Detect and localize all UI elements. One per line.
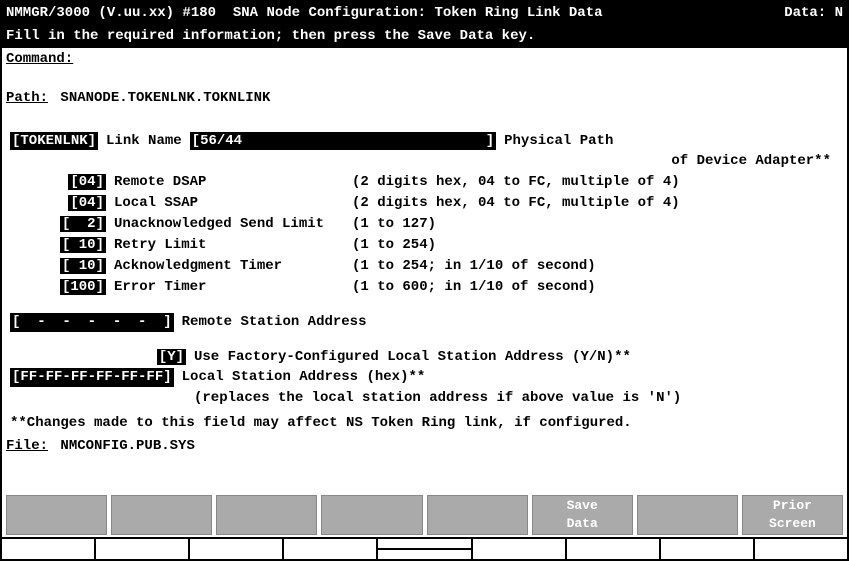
unack-label: Unacknowledged Send Limit — [114, 215, 344, 234]
bcell-6 — [473, 539, 567, 559]
row-use-factory: [Y] Use Factory-Configured Local Station… — [10, 348, 839, 367]
save-data-key[interactable]: Save Data — [532, 495, 633, 535]
remote-dsap-label: Remote DSAP — [114, 173, 344, 192]
file-label: File: — [6, 438, 48, 454]
local-addr-field[interactable]: [FF-FF-FF-FF-FF-FF] — [10, 368, 174, 387]
f2-key[interactable] — [111, 495, 212, 535]
remote-dsap-help: (2 digits hex, 04 to FC, multiple of 4) — [352, 173, 680, 192]
local-ssap-help: (2 digits hex, 04 to FC, multiple of 4) — [352, 194, 680, 213]
link-name-label: Link Name — [106, 132, 182, 151]
f5-key[interactable] — [427, 495, 528, 535]
bcell-3 — [190, 539, 284, 559]
ack-timer-help: (1 to 254; in 1/10 of second) — [352, 257, 596, 276]
bcell-7 — [567, 539, 661, 559]
phys-desc2: of Device Adapter** — [671, 152, 831, 171]
bcell-8 — [661, 539, 755, 559]
function-key-row: Save Data Prior Screen — [2, 495, 847, 535]
command-line: Command: — [2, 48, 847, 71]
remote-addr-field[interactable]: [ - - - - - ] — [10, 313, 174, 332]
row-remote-dsap: [04] Remote DSAP (2 digits hex, 04 to FC… — [10, 173, 839, 192]
err-timer-help: (1 to 600; in 1/10 of second) — [352, 278, 596, 297]
retry-help: (1 to 254) — [352, 236, 436, 255]
row-local-addr: [FF-FF-FF-FF-FF-FF] Local Station Addres… — [10, 368, 839, 387]
file-value: NMCONFIG.PUB.SYS — [60, 438, 194, 454]
file-line: File: NMCONFIG.PUB.SYS — [2, 435, 847, 458]
path-label: Path: — [6, 90, 48, 106]
bcell-4 — [284, 539, 378, 559]
row-local-ssap: [04] Local SSAP (2 digits hex, 04 to FC,… — [10, 194, 839, 213]
ack-timer-field[interactable]: [ 10] — [60, 258, 106, 274]
ack-timer-label: Acknowledgment Timer — [114, 257, 344, 276]
form-area: [TOKENLNK] Link Name [56/44 ] Physical P… — [2, 126, 847, 413]
row-ack-timer: [ 10] Acknowledgment Timer (1 to 254; in… — [10, 257, 839, 276]
retry-field[interactable]: [ 10] — [60, 237, 106, 253]
remote-dsap-field[interactable]: [04] — [68, 174, 106, 190]
f3-key[interactable] — [216, 495, 317, 535]
local-ssap-field[interactable]: [04] — [68, 195, 106, 211]
retry-label: Retry Limit — [114, 236, 344, 255]
phys-desc1: Physical Path — [504, 132, 613, 151]
row-link-name: [TOKENLNK] Link Name [56/44 ] Physical P… — [10, 132, 839, 151]
bcell-5 — [378, 539, 472, 559]
use-factory-label: Use Factory-Configured Local Station Add… — [194, 348, 631, 367]
unack-field[interactable]: [ 2] — [60, 216, 106, 232]
instruction-bar: Fill in the required information; then p… — [2, 25, 847, 48]
row-err-timer: [100] Error Timer (1 to 600; in 1/10 of … — [10, 278, 839, 297]
f1-key[interactable] — [6, 495, 107, 535]
bcell-1 — [2, 539, 96, 559]
command-label: Command: — [6, 50, 73, 69]
row-remote-addr: [ - - - - - ] Remote Station Address — [10, 313, 839, 332]
title-bar: NMMGR/3000 (V.uu.xx) #180 SNA Node Confi… — [2, 2, 847, 25]
physical-path-field[interactable]: [56/44 ] — [190, 132, 496, 151]
local-ssap-label: Local SSAP — [114, 194, 344, 213]
local-addr-label: Local Station Address (hex)** — [182, 368, 426, 387]
command-input[interactable] — [77, 50, 843, 69]
link-name-field[interactable]: [TOKENLNK] — [10, 132, 98, 151]
note-line: **Changes made to this field may affect … — [2, 412, 847, 435]
unack-help: (1 to 127) — [352, 215, 436, 234]
err-timer-label: Error Timer — [114, 278, 344, 297]
row-local-addr-sub: (replaces the local station address if a… — [10, 389, 839, 408]
path-value: SNANODE.TOKENLNK.TOKNLINK — [60, 90, 270, 106]
remote-addr-label: Remote Station Address — [182, 313, 367, 332]
path-line: Path: SNANODE.TOKENLNK.TOKNLINK — [2, 87, 847, 110]
bottom-status-row — [2, 537, 847, 559]
row-unack: [ 2] Unacknowledged Send Limit (1 to 127… — [10, 215, 839, 234]
bcell-9 — [755, 539, 847, 559]
row-retry: [ 10] Retry Limit (1 to 254) — [10, 236, 839, 255]
row-phys-desc2: of Device Adapter** — [10, 152, 839, 171]
err-timer-field[interactable]: [100] — [60, 279, 106, 295]
bcell-2 — [96, 539, 190, 559]
local-addr-sub: (replaces the local station address if a… — [194, 389, 681, 408]
f4-key[interactable] — [321, 495, 422, 535]
use-factory-field[interactable]: [Y] — [157, 349, 186, 365]
prior-screen-key[interactable]: Prior Screen — [742, 495, 843, 535]
f7-key[interactable] — [637, 495, 738, 535]
data-flag: Data: N — [784, 4, 843, 23]
title-text: NMMGR/3000 (V.uu.xx) #180 SNA Node Confi… — [6, 4, 603, 23]
